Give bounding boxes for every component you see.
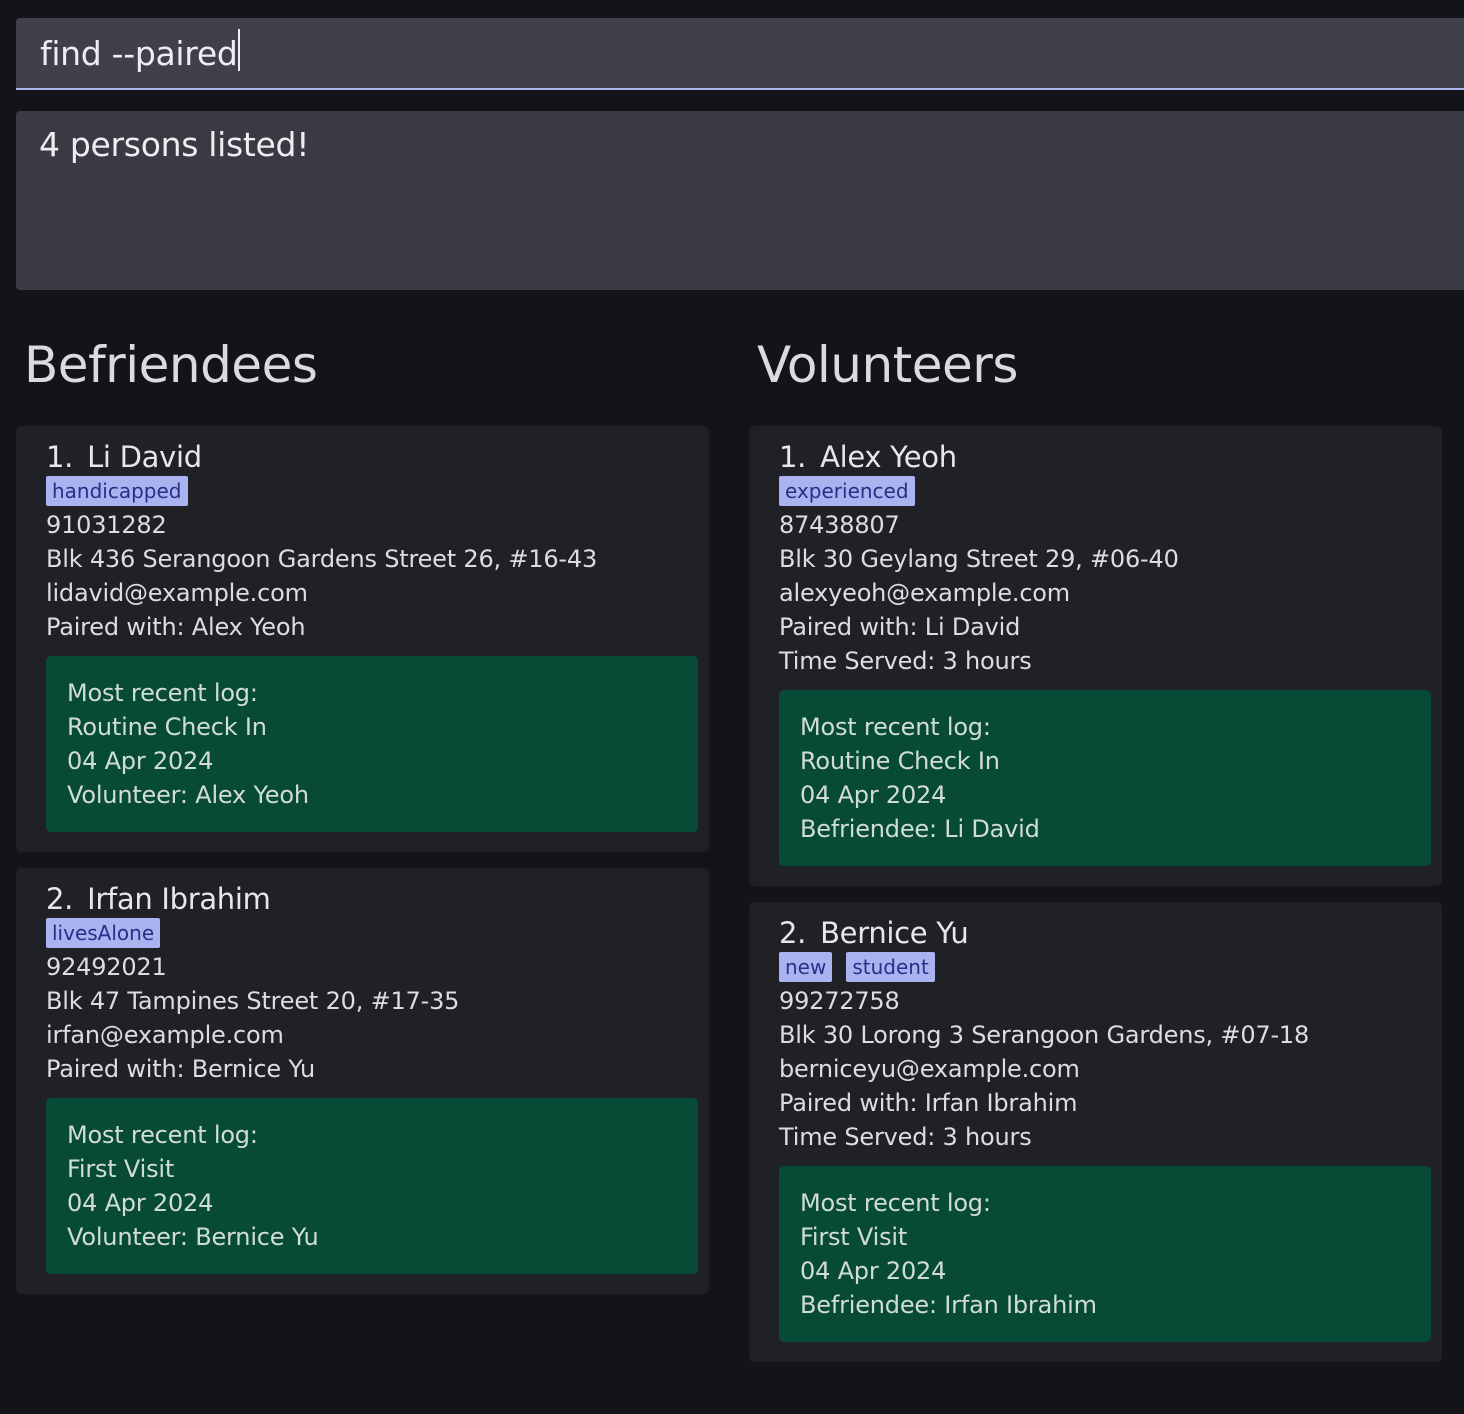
log-title: Routine Check In <box>67 713 267 741</box>
text-caret <box>238 29 241 71</box>
recent-log-panel: Most recent log: First Visit 04 Apr 2024… <box>46 1098 698 1274</box>
time-served: Time Served: 3 hours <box>779 647 1032 675</box>
tag: experienced <box>779 476 915 506</box>
befriendee-card[interactable]: 1. Li David handicapped 91031282 Blk 436 … <box>16 426 709 852</box>
tag-list: livesAlone <box>46 918 698 948</box>
address: Blk 30 Lorong 3 Serangoon Gardens, #07-1… <box>779 1021 1310 1049</box>
tag-list: handicapped <box>46 476 698 506</box>
person-name: Li David <box>87 440 202 474</box>
log-partner: Volunteer: Alex Yeoh <box>67 781 309 809</box>
person-name-row: 2. Irfan Ibrahim <box>46 882 698 916</box>
command-input[interactable]: find --paired <box>16 18 1464 90</box>
log-heading: Most recent log: <box>800 713 991 741</box>
address: Blk 47 Tampines Street 20, #17-35 <box>46 987 460 1015</box>
log-partner: Befriendee: Li David <box>800 815 1040 843</box>
result-message: 4 persons listed! <box>39 125 310 164</box>
command-input-text[interactable]: find --paired <box>40 34 238 73</box>
volunteer-card[interactable]: 2. Bernice Yu new student 99272758 Blk 30… <box>749 902 1442 1362</box>
tag: student <box>846 952 935 982</box>
befriendee-list: 1. Li David handicapped 91031282 Blk 436 … <box>16 426 709 1310</box>
phone: 99272758 <box>779 987 900 1015</box>
email: alexyeoh@example.com <box>779 579 1070 607</box>
paired-with: Paired with: Irfan Ibrahim <box>779 1089 1078 1117</box>
log-date: 04 Apr 2024 <box>800 781 947 809</box>
address: Blk 436 Serangoon Gardens Street 26, #16… <box>46 545 598 573</box>
log-heading: Most recent log: <box>800 1189 991 1217</box>
recent-log-panel: Most recent log: Routine Check In 04 Apr… <box>779 690 1431 866</box>
phone: 92492021 <box>46 953 167 981</box>
recent-log-panel: Most recent log: First Visit 04 Apr 2024… <box>779 1166 1431 1342</box>
log-title: Routine Check In <box>800 747 1000 775</box>
log-heading: Most recent log: <box>67 1121 258 1149</box>
tag: new <box>779 952 833 982</box>
person-index: 2. <box>779 916 807 950</box>
tag-list: experienced <box>779 476 1431 506</box>
paired-with: Paired with: Li David <box>779 613 1021 641</box>
person-name-row: 2. Bernice Yu <box>779 916 1431 950</box>
log-title: First Visit <box>67 1155 175 1183</box>
person-name: Alex Yeoh <box>820 440 957 474</box>
phone: 87438807 <box>779 511 900 539</box>
person-name-row: 1. Alex Yeoh <box>779 440 1431 474</box>
log-heading: Most recent log: <box>67 679 258 707</box>
paired-with: Paired with: Alex Yeoh <box>46 613 306 641</box>
person-name: Irfan Ibrahim <box>87 882 271 916</box>
recent-log-panel: Most recent log: Routine Check In 04 Apr… <box>46 656 698 832</box>
log-partner: Befriendee: Irfan Ibrahim <box>800 1291 1097 1319</box>
log-date: 04 Apr 2024 <box>67 1189 214 1217</box>
person-index: 1. <box>779 440 807 474</box>
log-date: 04 Apr 2024 <box>800 1257 947 1285</box>
log-partner: Volunteer: Bernice Yu <box>67 1223 319 1251</box>
result-display: 4 persons listed! <box>16 111 1464 290</box>
befriendees-heading: Befriendees <box>24 336 318 394</box>
tag-list: new student <box>779 952 1431 982</box>
log-title: First Visit <box>800 1223 908 1251</box>
befriendee-card[interactable]: 2. Irfan Ibrahim livesAlone 92492021 Blk … <box>16 868 709 1294</box>
email: berniceyu@example.com <box>779 1055 1080 1083</box>
volunteer-list: 1. Alex Yeoh experienced 87438807 Blk 30 … <box>749 426 1442 1378</box>
tag: livesAlone <box>46 918 161 948</box>
person-name: Bernice Yu <box>820 916 969 950</box>
phone: 91031282 <box>46 511 167 539</box>
email: irfan@example.com <box>46 1021 284 1049</box>
tag: handicapped <box>46 476 188 506</box>
person-name-row: 1. Li David <box>46 440 698 474</box>
log-date: 04 Apr 2024 <box>67 747 214 775</box>
paired-with: Paired with: Bernice Yu <box>46 1055 316 1083</box>
person-index: 1. <box>46 440 74 474</box>
person-index: 2. <box>46 882 74 916</box>
time-served: Time Served: 3 hours <box>779 1123 1032 1151</box>
volunteers-heading: Volunteers <box>757 336 1018 394</box>
volunteer-card[interactable]: 1. Alex Yeoh experienced 87438807 Blk 30 … <box>749 426 1442 886</box>
address: Blk 30 Geylang Street 29, #06-40 <box>779 545 1179 573</box>
email: lidavid@example.com <box>46 579 308 607</box>
